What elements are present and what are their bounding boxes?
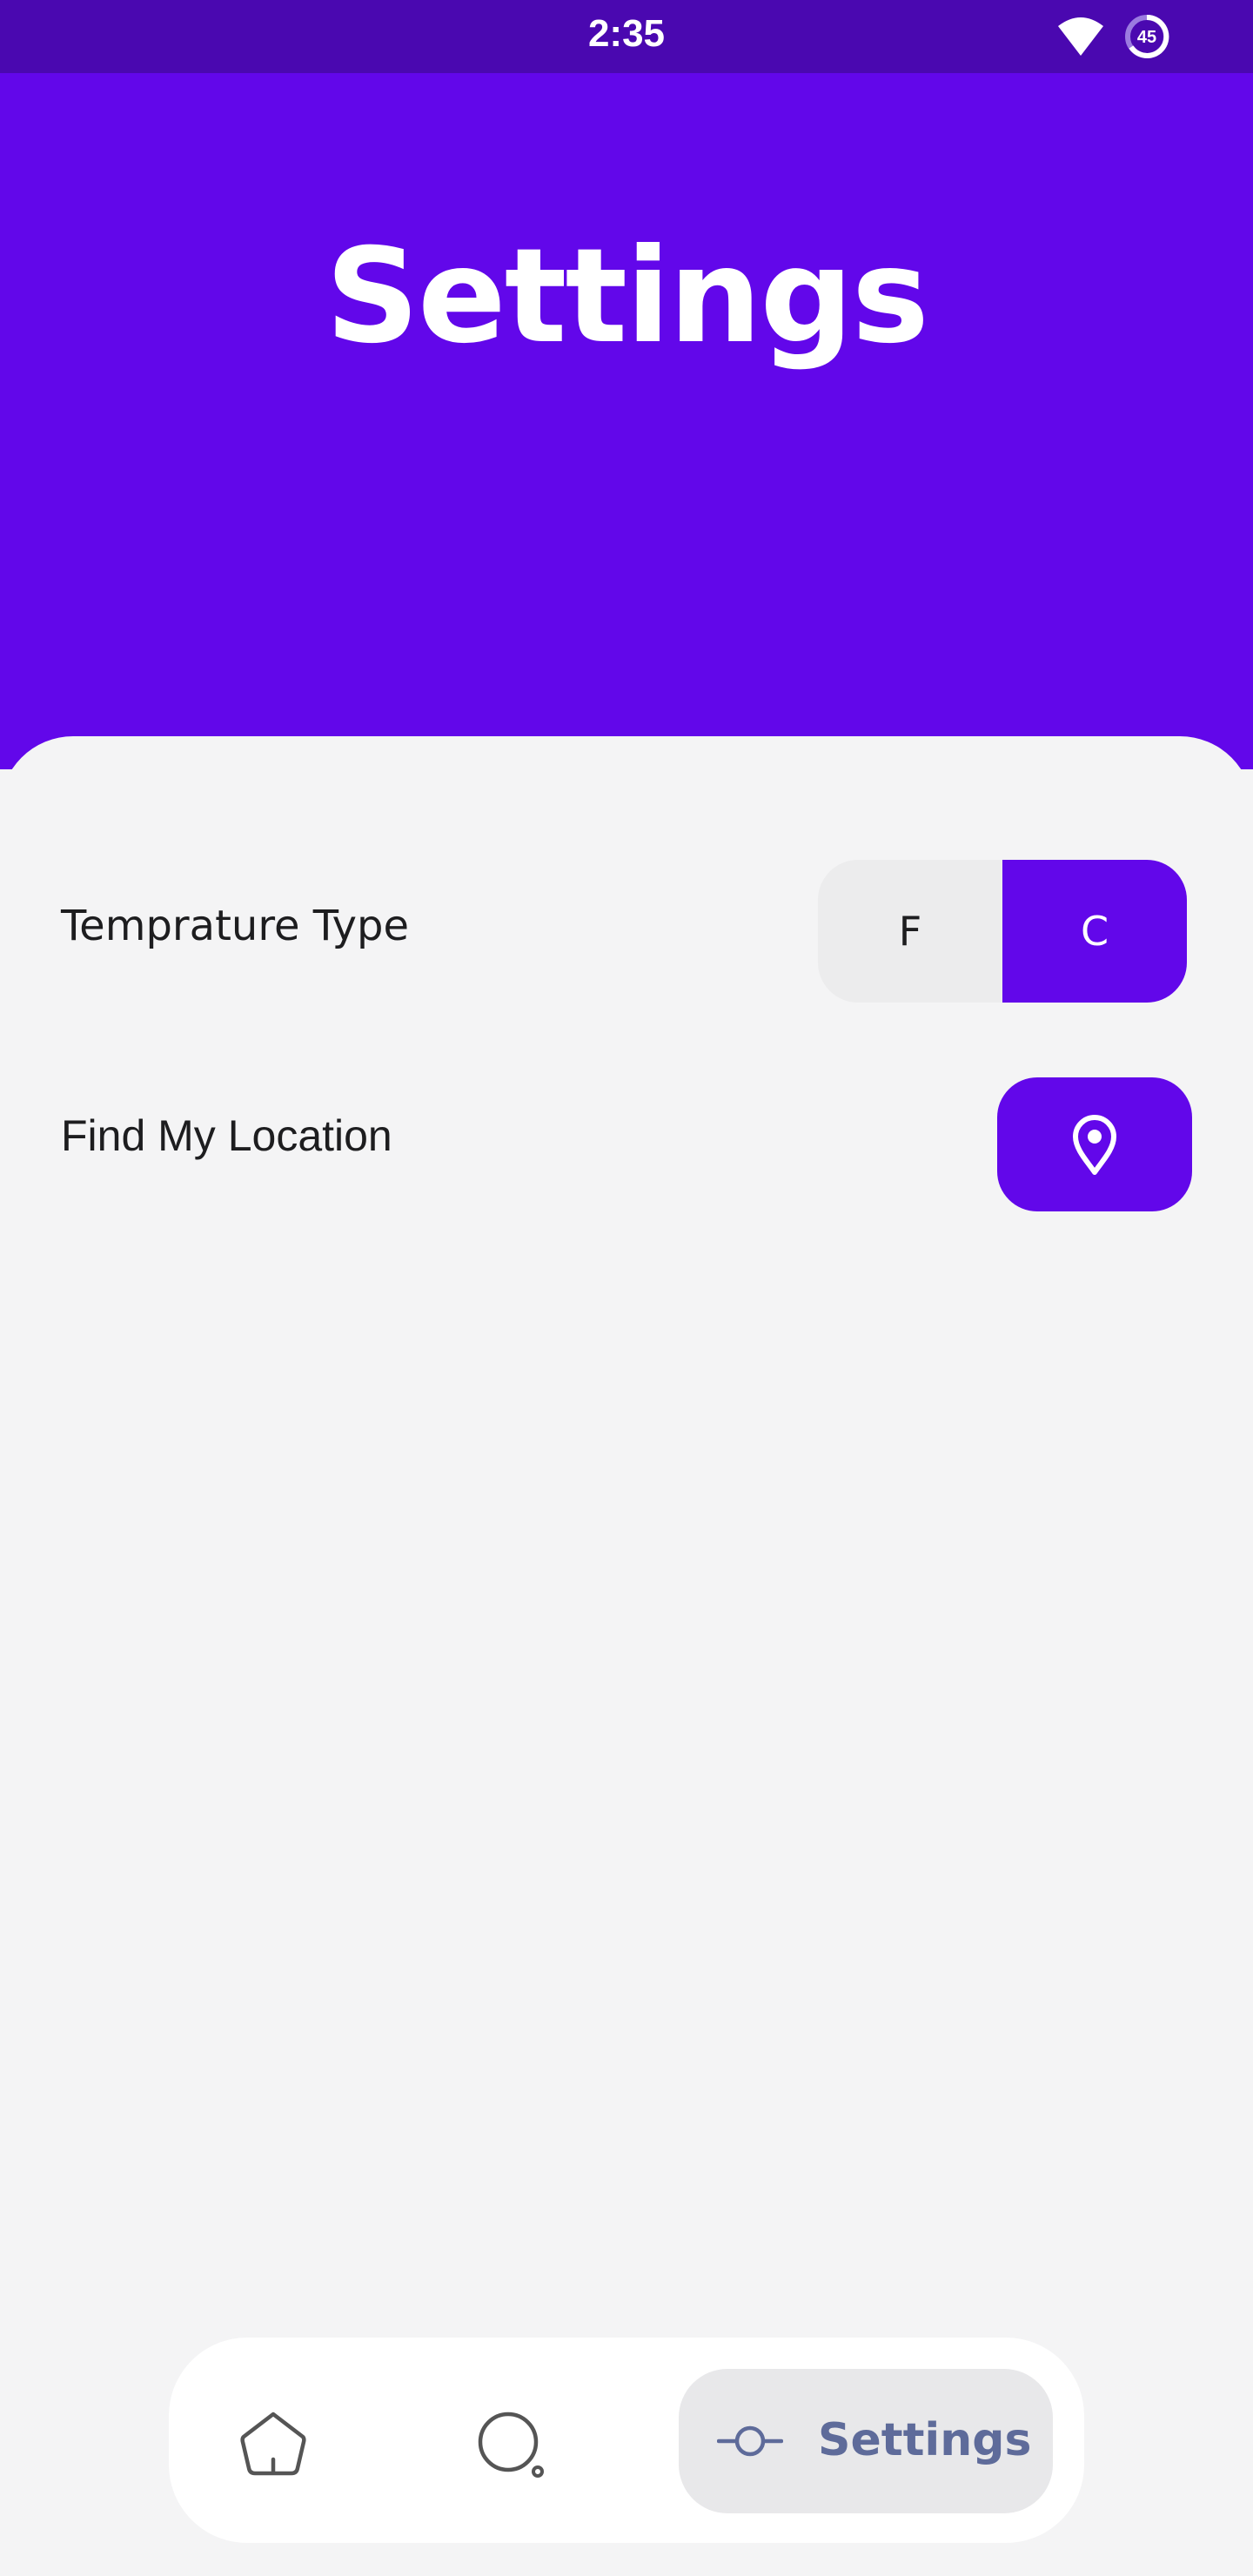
header <box>0 73 1253 769</box>
nav-settings-label: Settings <box>818 2414 1032 2466</box>
battery-icon: 45 <box>1125 14 1169 58</box>
location-pin-icon <box>1073 1115 1116 1175</box>
find-location-button[interactable] <box>997 1077 1192 1211</box>
settings-slider-icon <box>717 2425 783 2457</box>
wifi-icon <box>1058 17 1103 56</box>
fahrenheit-option[interactable]: F <box>818 860 1002 1003</box>
status-bar: 2:35 45 <box>0 0 1253 73</box>
search-icon[interactable] <box>473 2407 546 2480</box>
find-location-label: Find My Location <box>61 1111 392 1160</box>
page-title: Settings <box>325 221 929 372</box>
home-icon[interactable] <box>237 2407 310 2480</box>
temperature-type-label: Temprature Type <box>61 902 410 950</box>
temperature-unit-toggle: F C <box>818 860 1187 1003</box>
battery-level: 45 <box>1137 28 1156 47</box>
nav-settings-tab[interactable]: Settings <box>679 2369 1053 2513</box>
settings-panel <box>0 736 1253 2576</box>
celsius-option[interactable]: C <box>1002 860 1187 1003</box>
